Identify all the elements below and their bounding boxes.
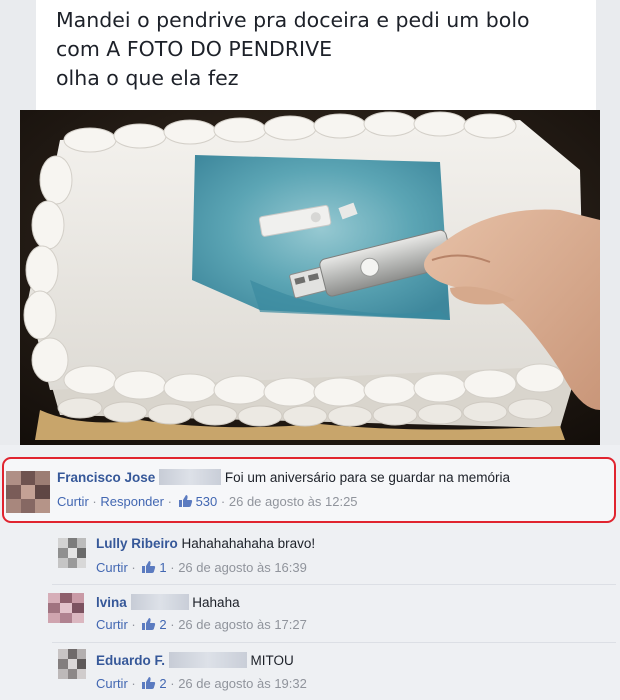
comment-author[interactable]: Lully Ribeiro — [96, 536, 178, 551]
comment-author[interactable]: Francisco Jose — [57, 470, 155, 485]
comment-timestamp[interactable]: 26 de agosto às 12:25 — [229, 494, 358, 509]
reply-link[interactable]: Responder — [100, 494, 164, 509]
like-link[interactable]: Curtir — [96, 560, 128, 575]
comment-actions: Curtir · 2 · 26 de agosto às 17:27 — [96, 617, 307, 634]
post-text-line-3: olha o que ela fez — [56, 66, 239, 90]
thumbs-up-icon — [178, 494, 193, 511]
separator: · — [170, 617, 175, 632]
post-text: Mandei o pendrive pra doceira e pedi um … — [36, 0, 596, 110]
separator: · — [167, 494, 172, 509]
avatar[interactable] — [58, 538, 86, 568]
comment-line: Francisco Jose Foi um aniversário para s… — [57, 469, 510, 485]
comment-timestamp[interactable]: 26 de agosto às 16:39 — [178, 560, 307, 575]
comment-line: Lully Ribeiro Hahahahahaha bravo! — [96, 536, 315, 551]
comment-timestamp[interactable]: 26 de agosto às 19:32 — [178, 676, 307, 691]
comment-timestamp[interactable]: 26 de agosto às 17:27 — [178, 617, 307, 632]
comment-author[interactable]: lvina — [96, 595, 127, 610]
thumbs-up-icon — [141, 676, 156, 693]
divider — [52, 642, 616, 643]
avatar-blurred-icon — [48, 593, 84, 623]
like-link[interactable]: Curtir — [96, 617, 128, 632]
separator: · — [131, 676, 136, 691]
comment-actions: Curtir · 1 · 26 de agosto às 16:39 — [96, 560, 307, 577]
redacted-name — [159, 469, 222, 485]
post-text-line-1: Mandei o pendrive pra doceira e pedi um … — [56, 8, 530, 32]
comment-author[interactable]: Eduardo F. — [96, 653, 165, 668]
comment-line: Eduardo F. MITOU — [96, 652, 294, 668]
post-text-line-2: com A FOTO DO PENDRIVE — [56, 37, 333, 61]
avatar[interactable] — [48, 593, 84, 623]
avatar-blurred-icon — [58, 649, 86, 679]
comment-line: lvina Hahaha — [96, 594, 240, 610]
like-link[interactable]: Curtir — [57, 494, 89, 509]
cake-pendrive-image — [20, 110, 600, 445]
separator: · — [170, 560, 175, 575]
highlighted-comment — [2, 457, 616, 523]
comment-actions: Curtir · Responder · 530 · 26 de agosto … — [57, 494, 358, 511]
avatar[interactable] — [58, 649, 86, 679]
avatar-blurred-icon — [6, 471, 50, 513]
comment-text: Hahaha — [192, 595, 240, 610]
avatar-blurred-icon — [58, 538, 86, 568]
like-count[interactable]: 2 — [159, 676, 166, 691]
like-count[interactable]: 1 — [159, 560, 166, 575]
like-count[interactable]: 530 — [196, 494, 218, 509]
post-photo[interactable] — [20, 110, 600, 445]
separator: · — [131, 560, 136, 575]
redacted-name — [130, 594, 189, 610]
separator: · — [170, 676, 175, 691]
separator: · — [92, 494, 97, 509]
separator: · — [220, 494, 226, 509]
redacted-name — [168, 652, 247, 668]
thumbs-up-icon — [141, 617, 156, 634]
like-link[interactable]: Curtir — [96, 676, 128, 691]
comment-actions: Curtir · 2 · 26 de agosto às 19:32 — [96, 676, 307, 693]
comment-text: Foi um aniversário para se guardar na me… — [224, 470, 510, 485]
comment-text: Hahahahahaha bravo! — [181, 536, 316, 551]
divider — [52, 584, 616, 585]
comments-section: Francisco Jose Foi um aniversário para s… — [0, 445, 620, 700]
post-text-area: Mandei o pendrive pra doceira e pedi um … — [0, 0, 620, 110]
thumbs-up-icon — [141, 560, 156, 577]
like-count[interactable]: 2 — [159, 617, 166, 632]
avatar[interactable] — [6, 471, 50, 513]
separator: · — [131, 617, 136, 632]
comment-text: MITOU — [250, 653, 294, 668]
